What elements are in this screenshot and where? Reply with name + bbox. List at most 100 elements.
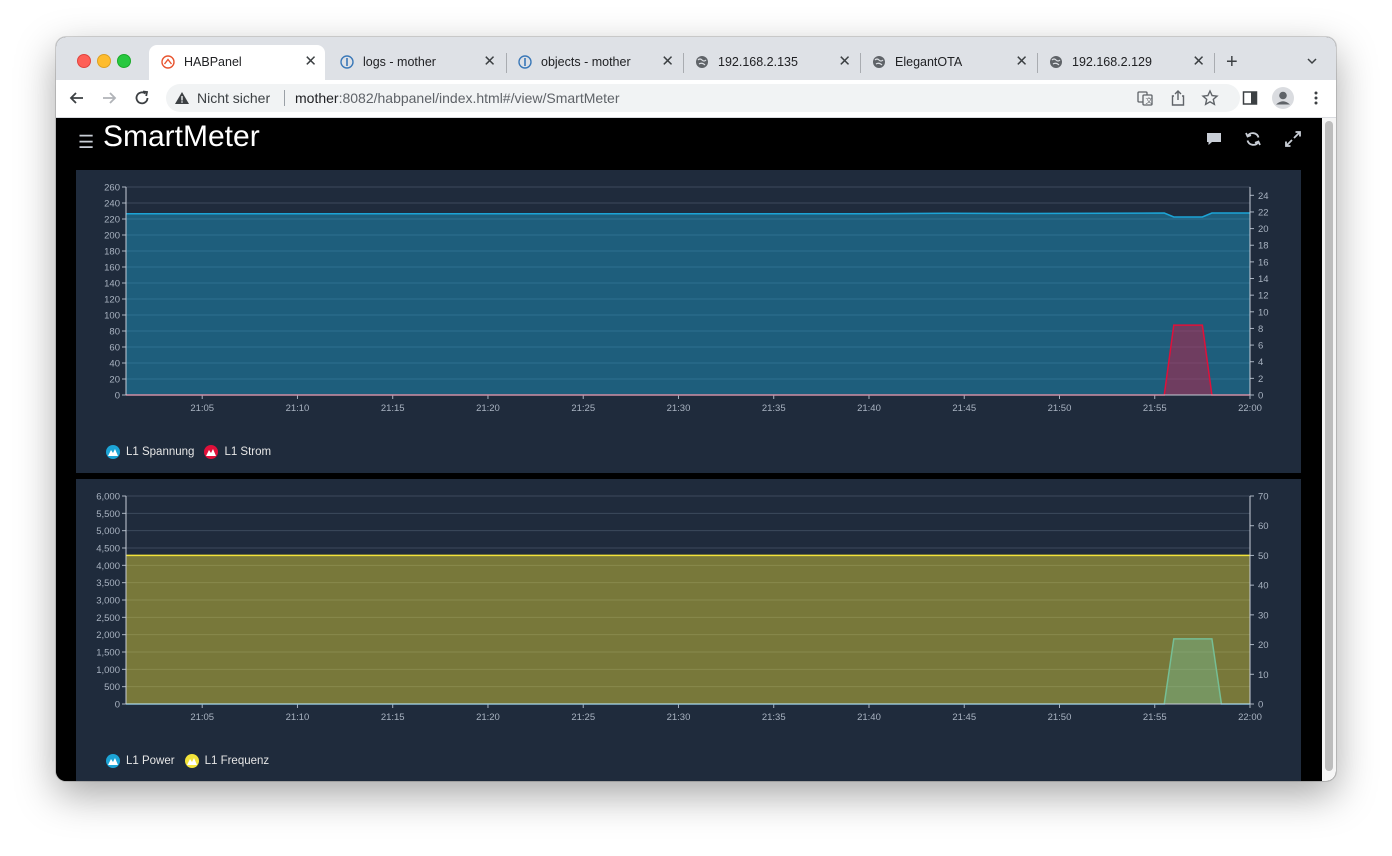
- close-tab-icon[interactable]: ✕: [838, 52, 851, 70]
- y2-tick-label: 20: [1258, 224, 1269, 235]
- series-area: [126, 555, 1250, 704]
- x-tick-label: 21:25: [571, 403, 595, 414]
- tab-title: HABPanel: [184, 55, 242, 69]
- y-tick-label: 240: [104, 199, 120, 210]
- close-window-button[interactable]: [77, 54, 91, 68]
- y2-tick-label: 24: [1258, 191, 1269, 202]
- legend-item-l1-strom[interactable]: L1 Strom: [204, 445, 271, 459]
- x-tick-label: 22:00: [1238, 712, 1262, 723]
- zoom-window-button[interactable]: [117, 54, 131, 68]
- openhab-icon: [340, 55, 354, 69]
- legend-item-l1-power[interactable]: L1 Power: [106, 754, 175, 768]
- y-tick-label: 5,000: [96, 526, 120, 537]
- x-tick-label: 21:30: [667, 403, 691, 414]
- power-frequency-chart[interactable]: 05001,0001,5002,0002,5003,0003,5004,0004…: [76, 479, 1301, 781]
- share-icon[interactable]: [1169, 89, 1187, 107]
- page-content: ☰ SmartMeter 0 20 40 60 80 100 120 140 160 180 200…: [56, 118, 1336, 781]
- tab-logs[interactable]: logs - mother ✕: [328, 45, 504, 80]
- x-tick-label: 21:05: [190, 712, 214, 723]
- tab-title: 192.168.2.135: [718, 55, 798, 69]
- y-tick-label: 80: [109, 327, 120, 338]
- close-tab-icon[interactable]: ✕: [661, 52, 674, 70]
- y2-tick-label: 50: [1258, 551, 1269, 562]
- x-tick-label: 21:55: [1143, 403, 1167, 414]
- y-tick-label: 6,000: [96, 492, 120, 503]
- legend-item-l1-spannung[interactable]: L1 Spannung: [106, 445, 194, 459]
- fullscreen-icon[interactable]: [1284, 130, 1302, 148]
- bookmark-star-icon[interactable]: [1201, 89, 1219, 107]
- voltage-current-chart-widget: 0 20 40 60 80 100 120 140 160 180 200 220 240 260 0 2 4 6…: [76, 170, 1301, 473]
- tab-ip-129[interactable]: 192.168.2.129 ✕: [1037, 45, 1213, 80]
- x-tick-label: 21:05: [190, 403, 214, 414]
- x-tick-label: 21:30: [667, 712, 691, 723]
- warning-icon[interactable]: [174, 90, 190, 106]
- y-tick-label: 20: [109, 375, 120, 386]
- browser-toolbar: Nicht sicher mother:8082/habpanel/index.…: [56, 80, 1336, 118]
- x-tick-label: 21:50: [1048, 712, 1072, 723]
- tab-objects[interactable]: objects - mother ✕: [506, 45, 682, 80]
- y2-tick-label: 30: [1258, 610, 1269, 621]
- y2-tick-label: 8: [1258, 324, 1263, 335]
- browser-window: HABPanel ✕ logs - mother ✕ objects - mot…: [56, 37, 1336, 781]
- side-panel-icon[interactable]: [1241, 89, 1259, 107]
- address-bar[interactable]: Nicht sicher mother:8082/habpanel/index.…: [166, 84, 1240, 112]
- globe-icon: [696, 56, 708, 68]
- translate-icon[interactable]: 文: [1136, 89, 1154, 107]
- x-tick-label: 21:55: [1143, 712, 1167, 723]
- power-frequency-chart-widget: 0 500 1,000 1,500 2,000 2,500 3,000 3,500 4,000 4…: [76, 479, 1301, 781]
- y-tick-label: 140: [104, 279, 120, 290]
- scrollbar-thumb[interactable]: [1325, 121, 1333, 771]
- y-tick-label: 4,500: [96, 544, 120, 555]
- svg-text:文: 文: [1146, 96, 1153, 105]
- y-tick-label: 0: [115, 391, 120, 402]
- y2-tick-label: 60: [1258, 521, 1269, 532]
- close-tab-icon[interactable]: ✕: [304, 52, 317, 70]
- refresh-icon[interactable]: [1244, 130, 1262, 148]
- y-tick-label: 3,500: [96, 578, 120, 589]
- x-tick-label: 21:10: [286, 403, 310, 414]
- browser-menu-icon[interactable]: [1307, 89, 1325, 107]
- x-tick-label: 21:25: [571, 712, 595, 723]
- y-tick-label: 1,500: [96, 648, 120, 659]
- security-status-label[interactable]: Nicht sicher: [197, 90, 270, 106]
- y-tick-label: 1,000: [96, 665, 120, 676]
- x-tick-label: 21:45: [952, 403, 976, 414]
- y2-tick-label: 14: [1258, 274, 1269, 285]
- vertical-scrollbar[interactable]: [1322, 118, 1336, 781]
- y-tick-label: 0: [115, 700, 120, 711]
- x-tick-label: 21:35: [762, 712, 786, 723]
- new-tab-button[interactable]: +: [1226, 51, 1238, 74]
- x-tick-label: 21:20: [476, 712, 500, 723]
- minimize-window-button[interactable]: [97, 54, 111, 68]
- url-text[interactable]: mother:8082/habpanel/index.html#/view/Sm…: [295, 90, 620, 106]
- forward-arrow-icon[interactable]: [99, 88, 119, 108]
- reload-icon[interactable]: [132, 88, 152, 108]
- legend-label: L1 Strom: [224, 446, 272, 458]
- x-tick-label: 21:40: [857, 712, 881, 723]
- y-tick-label: 200: [104, 231, 120, 242]
- y-tick-label: 2,500: [96, 613, 120, 624]
- tab-ip-135[interactable]: 192.168.2.135 ✕: [683, 45, 859, 80]
- close-tab-icon[interactable]: ✕: [483, 52, 496, 70]
- y-tick-label: 4,000: [96, 561, 120, 572]
- url-path: :8082/habpanel/index.html#/view/SmartMet…: [338, 90, 620, 106]
- openhab-icon: [518, 55, 532, 69]
- y-tick-label: 40: [109, 359, 120, 370]
- area-series-icon: [204, 445, 219, 459]
- back-arrow-icon[interactable]: [67, 88, 87, 108]
- y-tick-label: 500: [104, 682, 120, 693]
- tab-elegantota[interactable]: ElegantOTA ✕: [860, 45, 1036, 80]
- hamburger-menu-icon[interactable]: ☰: [78, 132, 94, 153]
- close-tab-icon[interactable]: ✕: [1015, 52, 1028, 70]
- speech-bubble-icon[interactable]: [1205, 130, 1223, 148]
- tab-search-chevron-icon[interactable]: [1306, 55, 1318, 67]
- close-tab-icon[interactable]: ✕: [1192, 52, 1205, 70]
- profile-avatar-icon[interactable]: [1271, 86, 1295, 110]
- legend-item-l1-frequenz[interactable]: L1 Frequenz: [184, 754, 269, 768]
- y2-tick-label: 18: [1258, 241, 1269, 252]
- dashboard-title: SmartMeter: [103, 120, 260, 153]
- y-tick-label: 260: [104, 183, 120, 194]
- tab-separator: [1214, 53, 1215, 73]
- tab-habpanel[interactable]: HABPanel ✕: [149, 45, 325, 80]
- voltage-current-chart[interactable]: 0204060801001201401601802002202402600246…: [76, 170, 1301, 473]
